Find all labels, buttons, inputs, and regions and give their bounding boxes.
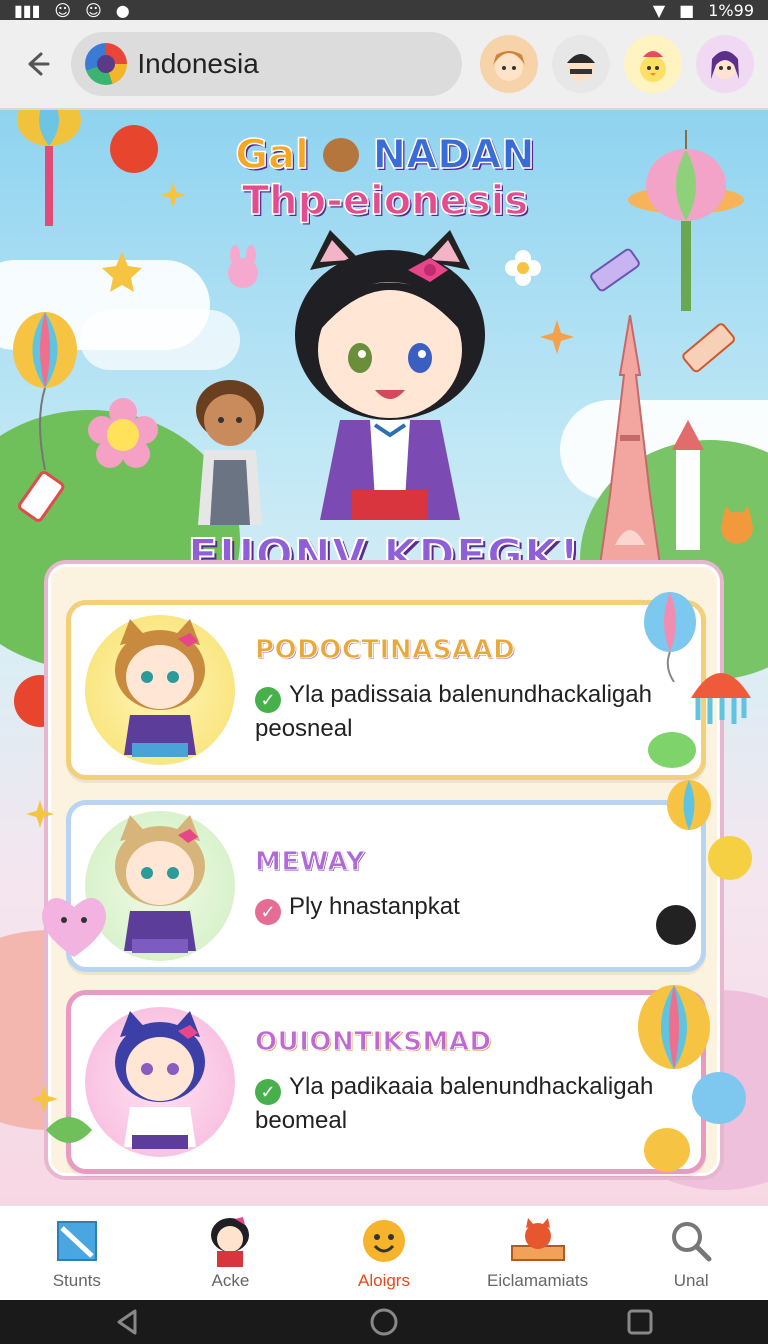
card-description: ✓ Yla padissaia balenundhackaligah peosne… [255,680,652,742]
leaf-icon [46,1117,92,1143]
notification-icon: ☺ [54,0,72,20]
check-icon: ✓ [255,686,281,713]
check-icon: ✓ [255,1078,281,1105]
wifi-icon: ▼ [652,0,666,20]
tower-icon [598,315,662,565]
bear-icon [322,138,359,172]
avatar-boy-cap[interactable] [552,35,610,93]
list-item[interactable]: OUIONTIKSMAD ✓ Yla padikaaia balenundhack… [66,990,706,1174]
battery-icon: ■ [679,0,695,20]
search-input[interactable]: Indonesia [137,48,258,80]
flower-icon [88,398,158,468]
card-description: ✓ Ply hnastanpkat [255,891,695,925]
back-arrow-icon [28,52,50,76]
fox-board-icon [510,1218,565,1261]
character-icon [211,1217,250,1267]
avatar-duck[interactable] [624,35,682,93]
globe-icon [85,43,128,85]
avatar-girl-purple-hair[interactable] [696,35,754,93]
ticket-icon [17,471,65,522]
nav-item-stunts[interactable]: Stunts [2,1215,152,1291]
balloon-icon [667,780,711,830]
sparkle-icon [540,320,574,354]
nav-item-eiclamamiats[interactable]: Eiclamamiats [463,1215,613,1291]
notification-icon: ● [115,0,130,20]
bottom-navigation: Stunts Acke Aloigrs Eiclamamiats Unal [0,1205,768,1300]
jellyfish-icon [691,673,751,724]
flag-icon [56,1221,97,1261]
signal-icon: ▮▮▮ [14,0,41,20]
card-title: PODOCTINASAAD [255,634,516,665]
system-navigation-bar [0,1300,768,1344]
star-icon [30,1085,58,1113]
nav-item-aloigrs[interactable]: Aloigrs [309,1215,459,1291]
check-icon: ✓ [255,899,281,925]
star-icon [102,252,142,292]
card-title: MEWAY [255,847,366,878]
bunny-icon [228,245,258,288]
smiley-sticker-icon [110,125,158,173]
card-title: OUIONTIKSMAD [255,1026,492,1057]
character-avatar [85,615,235,765]
blob-sticker-icon [692,1072,746,1124]
heart-sticker-icon [42,898,106,957]
ticket-icon [682,323,735,373]
sparkle-icon [160,182,186,208]
card-description: ✓ Yla padikaaia balenundhackaligah beomea… [255,1072,654,1134]
cat-sticker-icon [656,905,696,945]
flower-icon [505,250,541,286]
search-bar[interactable]: Indonesia [71,32,462,96]
boy-character [196,380,264,525]
system-back-icon[interactable] [113,1307,143,1337]
app-title-logo: Gal NADAN Thp-eionesis [235,132,536,224]
back-button[interactable] [14,42,57,86]
system-home-icon[interactable] [369,1307,399,1337]
star-icon [26,800,54,828]
main-scene: Gal NADAN Thp-eionesis FUONV KDEGK! PODO… [0,110,768,1205]
top-bar: Indonesia [0,20,768,110]
status-bar: ▮▮▮ ☺ ☺ ● ▼ ■ 1%99 [0,0,768,20]
notification-icon: ☺ [85,0,102,20]
card-panel: PODOCTINASAAD ✓ Yla padissaia balenundhac… [44,560,724,1180]
slime-sticker-icon [648,732,696,768]
battery-text: 1%99 [708,0,754,20]
cat-girl-mascot [295,230,485,520]
system-recents-icon[interactable] [625,1307,655,1337]
character-avatar [85,1007,235,1157]
avatar-row [480,35,754,93]
cloud [80,310,240,370]
list-item[interactable]: MEWAY ✓ Ply hnastanpkat [66,800,706,972]
nav-item-acke[interactable]: Acke [155,1215,305,1291]
smiley-icon [362,1220,405,1262]
ticket-icon [590,248,640,292]
smiley-sticker-icon [644,1128,690,1172]
search-icon [672,1222,712,1262]
balloon-icon [13,312,77,470]
nav-item-unal[interactable]: Unal [616,1215,766,1291]
balloon-icon [708,836,752,880]
lantern-icon [17,110,81,226]
list-item[interactable]: PODOCTINASAAD ✓ Yla padissaia balenundhac… [66,600,706,780]
avatar-girl-orange-hair[interactable] [480,35,538,93]
